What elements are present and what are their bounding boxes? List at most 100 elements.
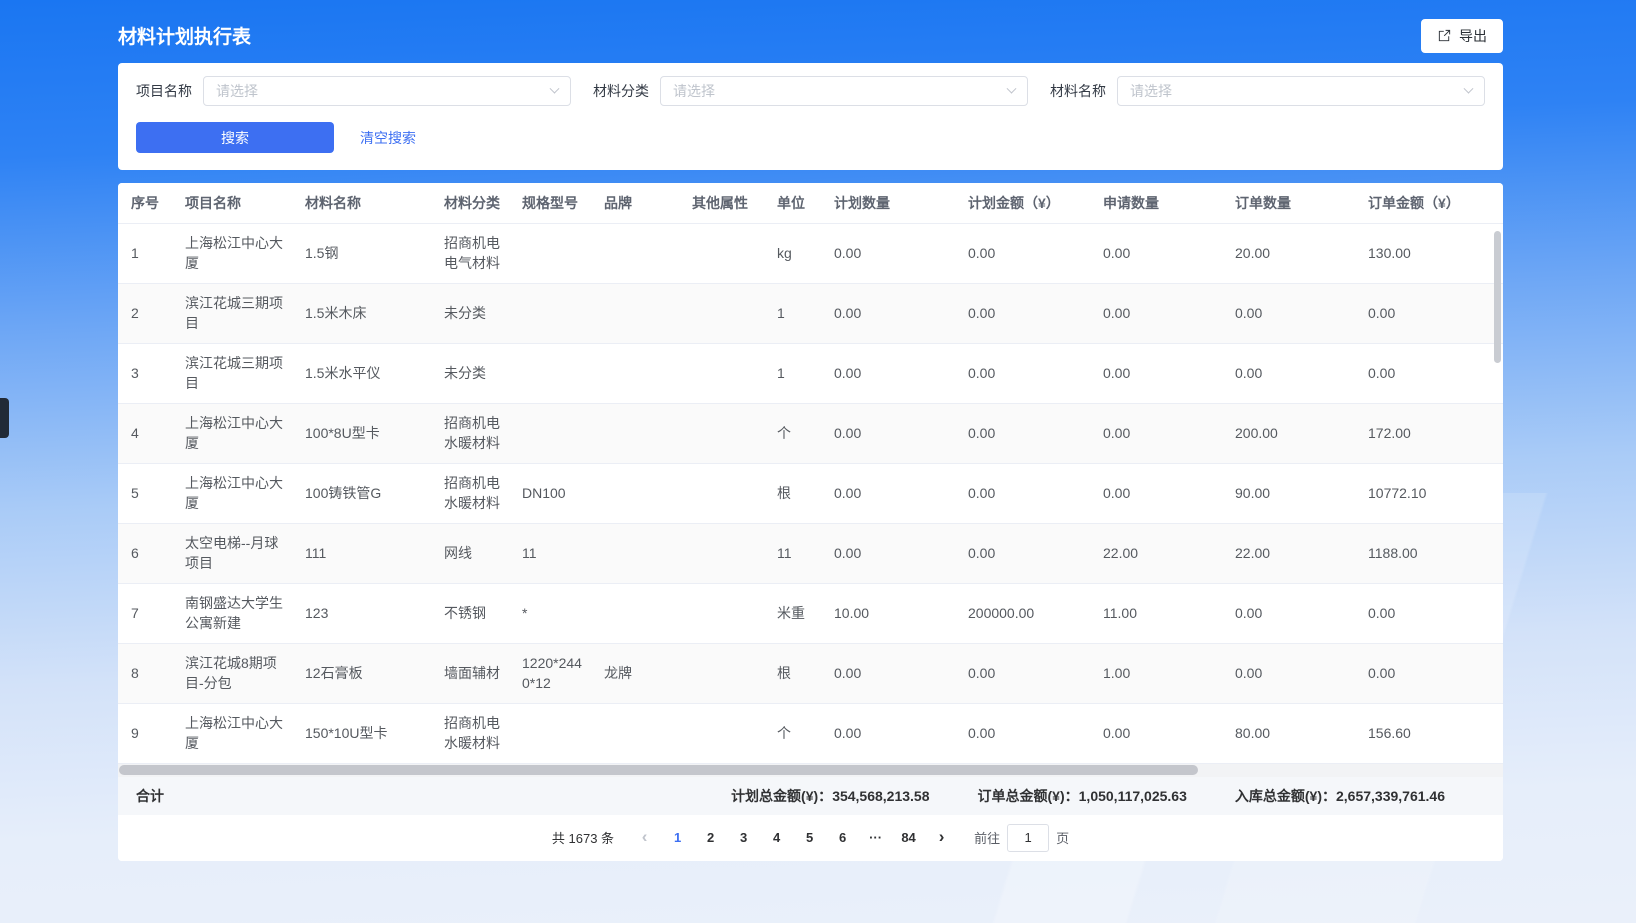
cell [509, 223, 591, 283]
summary-item-label: 计划总金额(¥)： [731, 788, 832, 804]
cell: 0.00 [821, 223, 955, 283]
clear-search-link[interactable]: 清空搜索 [360, 128, 416, 148]
cell: 墙面辅材 [431, 643, 509, 703]
summary-item-value: 2,657,339,761.46 [1336, 788, 1445, 804]
cell: 1220*2440*12 [509, 643, 591, 703]
pager-pages: 123456···84 [661, 824, 925, 852]
main-content: 材料计划执行表 导出 项目名称请选择材料分类请选择材料名称请选择 搜索 清空搜索… [118, 0, 1503, 861]
select-placeholder: 请选择 [673, 81, 715, 101]
cell: 0.00 [821, 403, 955, 463]
cell: 7 [118, 583, 172, 643]
horizontal-scrollbar[interactable] [119, 765, 1198, 775]
cell: 0.00 [1090, 223, 1222, 283]
cell: 11 [764, 523, 821, 583]
cell: 9 [118, 703, 172, 763]
cell: 个 [764, 703, 821, 763]
vertical-scrollbar[interactable] [1494, 231, 1501, 363]
column-header: 计划金额（¥） [955, 183, 1090, 223]
summary-row: 合计 计划总金额(¥)：354,568,213.58订单总金额(¥)：1,050… [118, 777, 1503, 815]
summary-items: 计划总金额(¥)：354,568,213.58订单总金额(¥)：1,050,11… [731, 786, 1445, 806]
cell: 5 [118, 463, 172, 523]
cell: 111 [292, 523, 431, 583]
cell: 11 [509, 523, 591, 583]
cell: 1.00 [1090, 643, 1222, 703]
filter-select[interactable]: 请选择 [203, 76, 571, 106]
cell: 2 [118, 283, 172, 343]
column-header: 序号 [118, 183, 172, 223]
prev-page-button[interactable]: ‹ [631, 824, 658, 852]
pager-more[interactable]: ··· [862, 824, 889, 852]
filter-actions: 搜索 清空搜索 [136, 122, 1485, 153]
select-placeholder: 请选择 [1130, 81, 1172, 101]
cell: 0.00 [955, 223, 1090, 283]
table-row: 2滨江花城三期项目1.5米木床未分类10.000.000.000.000.00 [118, 283, 1503, 343]
cell: 1188.00 [1355, 523, 1503, 583]
cell: 20.00 [1222, 223, 1355, 283]
material-plan-table: 序号项目名称材料名称材料分类规格型号品牌其他属性单位计划数量计划金额（¥）申请数… [118, 183, 1503, 764]
cell: 150*10U型卡 [292, 703, 431, 763]
horizontal-scrollbar-track [118, 764, 1503, 777]
column-header: 其他属性 [679, 183, 764, 223]
table-row: 4上海松江中心大厦100*8U型卡招商机电水暖材料个0.000.000.0020… [118, 403, 1503, 463]
cell: 0.00 [955, 703, 1090, 763]
pager-page-84[interactable]: 84 [895, 824, 922, 852]
cell [679, 523, 764, 583]
pager-page-2[interactable]: 2 [697, 824, 724, 852]
pager-page-6[interactable]: 6 [829, 824, 856, 852]
pager-page-1[interactable]: 1 [664, 824, 691, 852]
cell: 0.00 [1090, 343, 1222, 403]
cell: 3 [118, 343, 172, 403]
cell: 100铸铁管G [292, 463, 431, 523]
table-row: 7南钢盛达大学生公寓新建123不锈钢*米重10.00200000.0011.00… [118, 583, 1503, 643]
cell: 滨江花城三期项目 [172, 283, 292, 343]
filter-fields: 项目名称请选择材料分类请选择材料名称请选择 [136, 76, 1485, 106]
export-label: 导出 [1459, 26, 1487, 46]
cell: 1.5钢 [292, 223, 431, 283]
table-row: 5上海松江中心大厦100铸铁管G招商机电水暖材料DN100根0.000.000.… [118, 463, 1503, 523]
drawer-handle[interactable] [0, 398, 9, 438]
pagination-total: 共 1673 条 [552, 828, 614, 847]
cell: 招商机电水暖材料 [431, 703, 509, 763]
cell: 0.00 [821, 523, 955, 583]
summary-item-label: 订单总金额(¥)： [978, 788, 1079, 804]
table-row: 3滨江花城三期项目1.5米水平仪未分类10.000.000.000.000.00 [118, 343, 1503, 403]
column-header: 计划数量 [821, 183, 955, 223]
table-row: 1上海松江中心大厦1.5钢招商机电电气材料kg0.000.000.0020.00… [118, 223, 1503, 283]
pager-page-3[interactable]: 3 [730, 824, 757, 852]
cell: 10.00 [821, 583, 955, 643]
select-placeholder: 请选择 [216, 81, 258, 101]
cell: 上海松江中心大厦 [172, 223, 292, 283]
chevron-down-icon [1464, 83, 1474, 93]
goto-page-input[interactable] [1007, 824, 1049, 852]
cell: 米重 [764, 583, 821, 643]
cell [679, 223, 764, 283]
column-header: 申请数量 [1090, 183, 1222, 223]
export-icon [1437, 28, 1452, 43]
filter-label: 项目名称 [136, 81, 192, 101]
pager-page-5[interactable]: 5 [796, 824, 823, 852]
chevron-down-icon [550, 83, 560, 93]
cell: 0.00 [821, 703, 955, 763]
cell [679, 343, 764, 403]
goto-label: 前往 [974, 828, 1000, 847]
cell: 0.00 [955, 643, 1090, 703]
search-button[interactable]: 搜索 [136, 122, 334, 153]
filter-select[interactable]: 请选择 [1117, 76, 1485, 106]
cell [591, 583, 679, 643]
filter-select[interactable]: 请选择 [660, 76, 1028, 106]
cell: 0.00 [1090, 403, 1222, 463]
summary-item: 计划总金额(¥)：354,568,213.58 [731, 786, 929, 806]
cell: 4 [118, 403, 172, 463]
cell: 根 [764, 463, 821, 523]
export-button[interactable]: 导出 [1421, 19, 1503, 53]
cell: 根 [764, 643, 821, 703]
next-page-button[interactable]: › [928, 824, 955, 852]
cell: 0.00 [821, 643, 955, 703]
cell: 100*8U型卡 [292, 403, 431, 463]
cell: 10772.10 [1355, 463, 1503, 523]
pager-page-4[interactable]: 4 [763, 824, 790, 852]
cell: 130.00 [1355, 223, 1503, 283]
summary-item: 入库总金额(¥)：2,657,339,761.46 [1235, 786, 1445, 806]
column-header: 材料名称 [292, 183, 431, 223]
cell: 0.00 [1355, 583, 1503, 643]
